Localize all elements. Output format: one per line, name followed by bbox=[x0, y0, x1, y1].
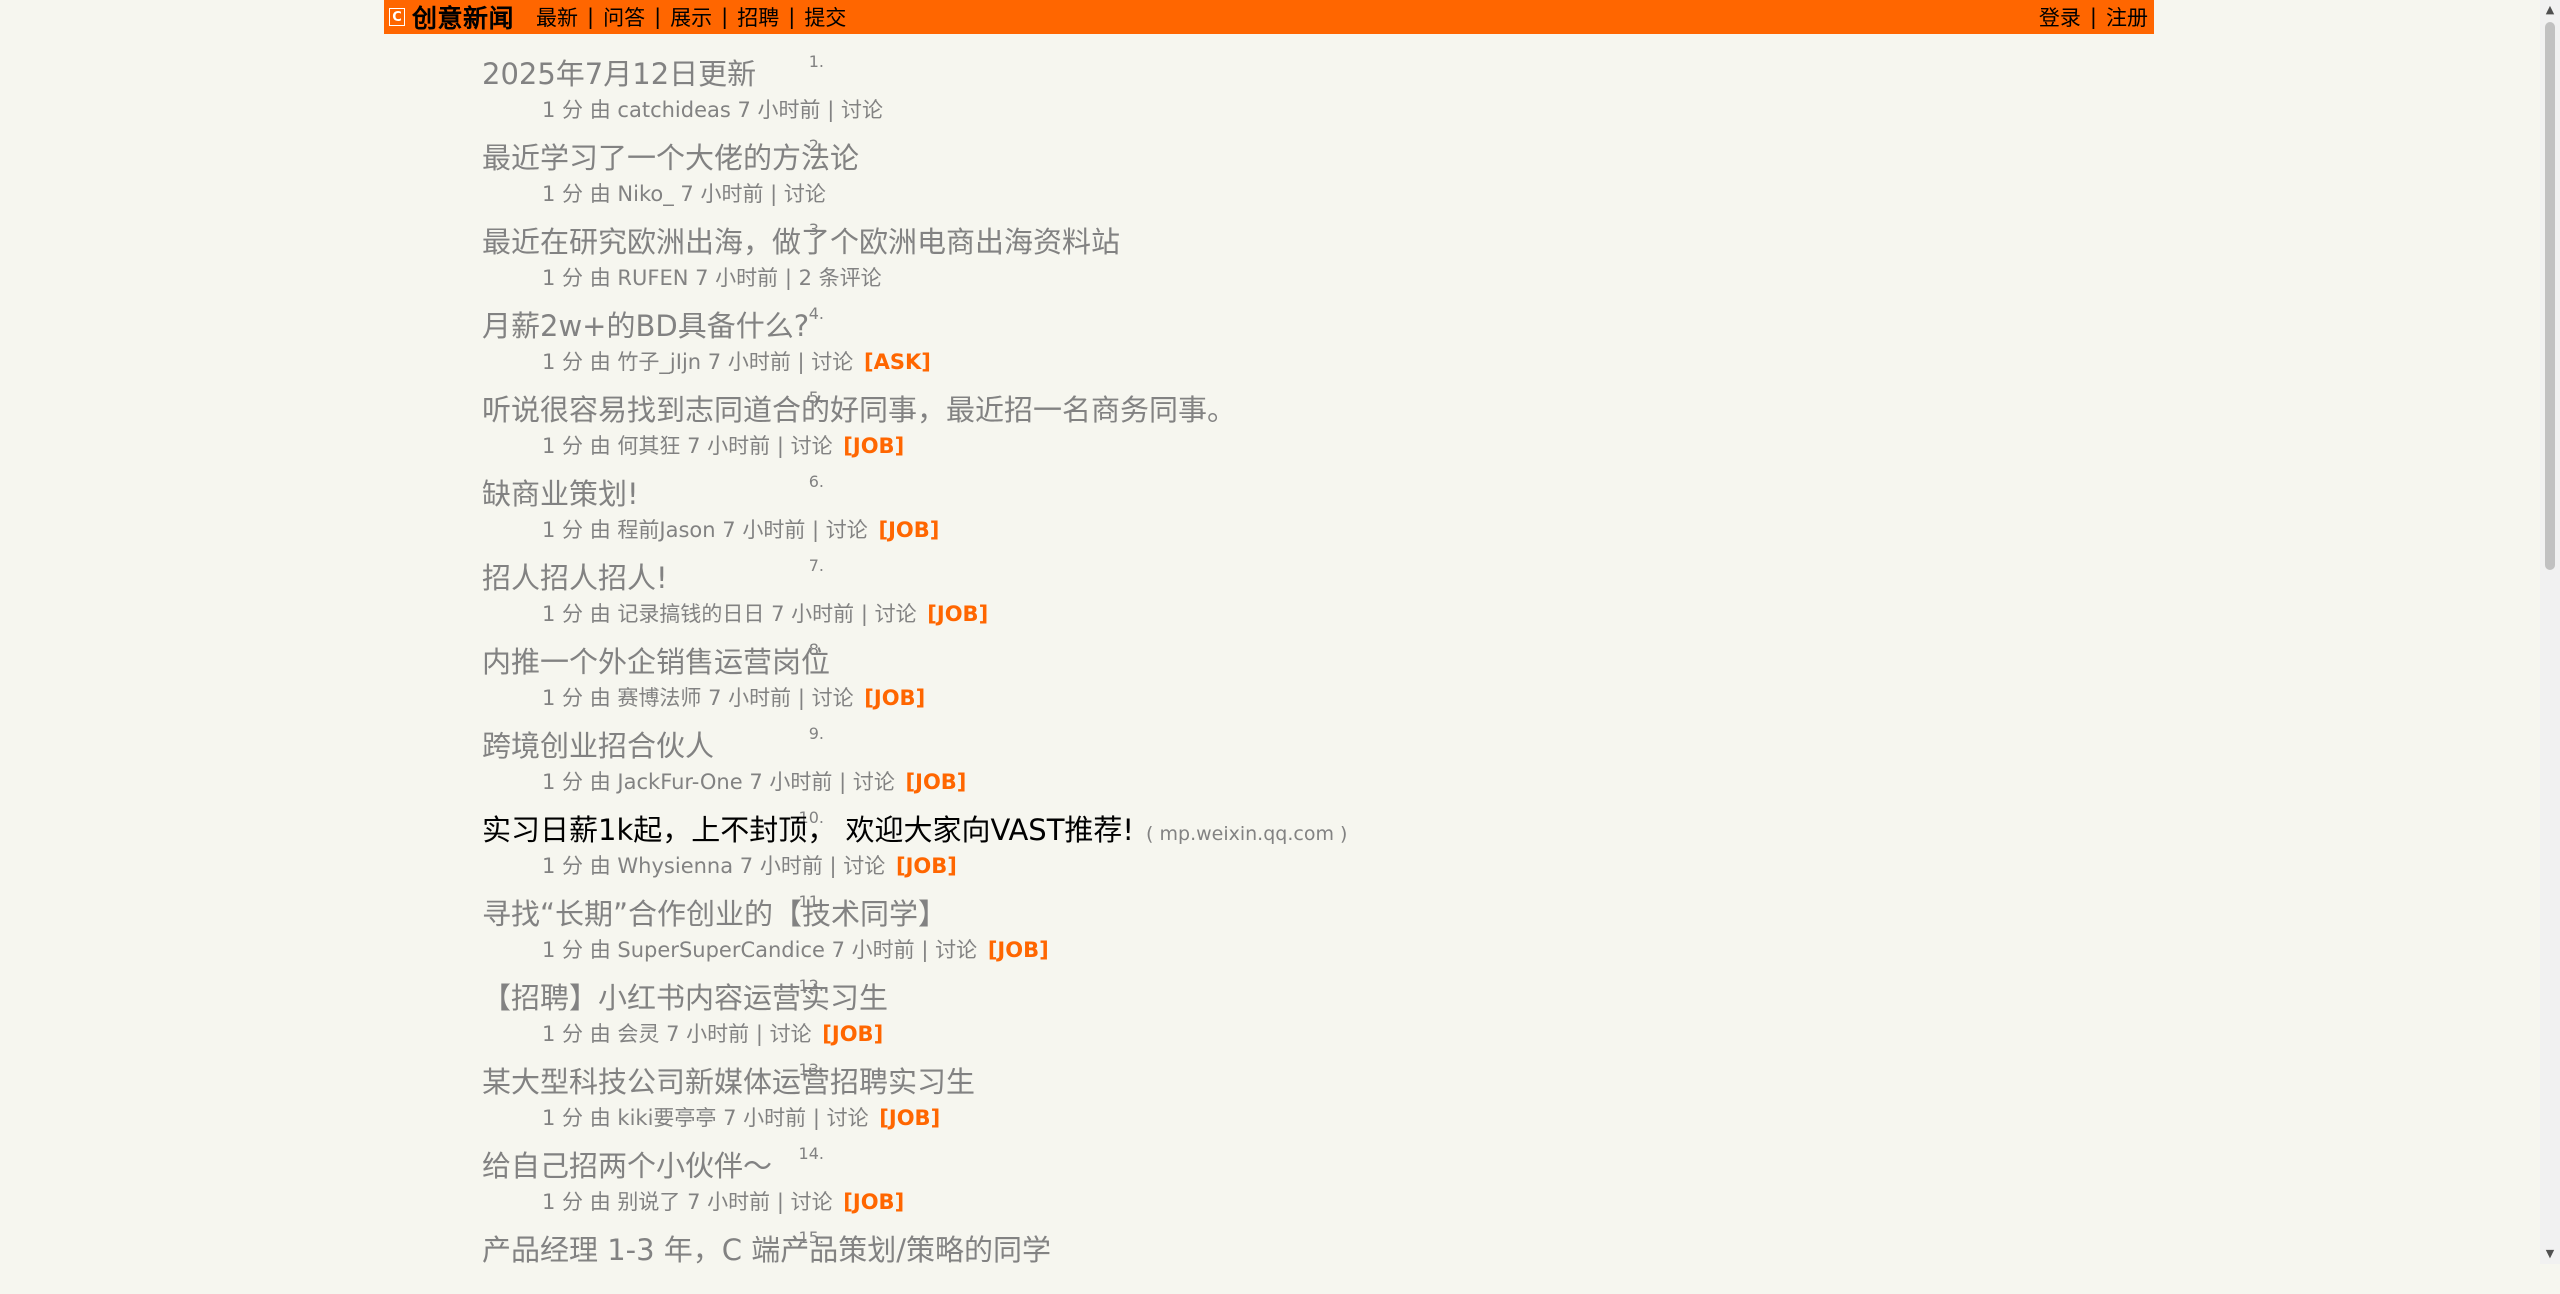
story-title-line: 月薪2w+的BD具备什么? bbox=[482, 303, 809, 345]
story-row: 8. 内推一个外企销售运营岗位 1 分 由 赛博法师 7 小时前 | 讨论 [JOB… bbox=[384, 622, 2154, 710]
auth-separator: | bbox=[2089, 5, 2097, 29]
story-rank: 7. bbox=[808, 556, 824, 575]
story-title-line: 产品经理 1-3 年，C 端产品策划/策略的同学 bbox=[482, 1227, 1051, 1269]
story-rank: 14. bbox=[798, 1144, 824, 1163]
nav-jobs[interactable]: 招聘 bbox=[737, 2, 779, 32]
story-row: 4. 月薪2w+的BD具备什么? 1 分 由 竹子_jIjn 7 小时前 | 讨论 … bbox=[384, 286, 2154, 374]
story-title-link[interactable]: 招人招人招人! bbox=[482, 561, 668, 595]
story-title-link[interactable]: 听说很容易找到志同道合的好同事，最近招一名商务同事。 bbox=[482, 393, 1236, 427]
story-title-line: 给自己招两个小伙伴～ bbox=[482, 1143, 772, 1185]
story-row: 5. 听说很容易找到志同道合的好同事，最近招一名商务同事。 1 分 由 何其狂 7 … bbox=[384, 370, 2154, 458]
story-row: 1. 2025年7月12日更新 1 分 由 catchideas 7 小时前 | 讨… bbox=[384, 34, 2154, 122]
story-title-link[interactable]: 某大型科技公司新媒体运营招聘实习生 bbox=[482, 1065, 975, 1099]
story-title-link[interactable]: 实习日薪1k起，上不封顶， 欢迎大家向VAST推荐! bbox=[482, 813, 1134, 847]
login-link[interactable]: 登录 bbox=[2039, 2, 2081, 32]
main-nav: 最新 | 问答 | 展示 | 招聘 | 提交 bbox=[536, 2, 846, 32]
top-bar: C 创意新闻 最新 | 问答 | 展示 | 招聘 | 提交 登录 | 注册 bbox=[384, 0, 2154, 34]
story-rank: 1. bbox=[808, 52, 824, 71]
story-title-link[interactable]: 最近在研究欧洲出海，做了个欧洲电商出海资料站 bbox=[482, 225, 1120, 259]
story-title-link[interactable]: 产品经理 1-3 年，C 端产品策划/策略的同学 bbox=[482, 1233, 1051, 1267]
story-rank: 4. bbox=[808, 304, 824, 323]
story-title-line: 2025年7月12日更新 bbox=[482, 51, 756, 93]
story-title-link[interactable]: 最近学习了一个大佬的方法论 bbox=[482, 141, 859, 175]
scrollbar-thumb[interactable] bbox=[2545, 22, 2555, 570]
story-title-link[interactable]: 【招聘】小红书内容运营实习生 bbox=[482, 981, 888, 1015]
nav-separator: | bbox=[788, 5, 796, 29]
story-title-line: 实习日薪1k起，上不封顶， 欢迎大家向VAST推荐! ( mp.weixin.qq… bbox=[482, 807, 1347, 849]
story-title-line: 【招聘】小红书内容运营实习生 bbox=[482, 975, 888, 1017]
nav-separator: | bbox=[721, 5, 729, 29]
scroll-up-icon[interactable]: ▲ bbox=[2540, 0, 2560, 20]
story-row: 2. 最近学习了一个大佬的方法论 1 分 由 Niko_ 7 小时前 | 讨论 bbox=[384, 118, 2154, 206]
story-title-link[interactable]: 缺商业策划! bbox=[482, 477, 639, 511]
story-rank: 6. bbox=[808, 472, 824, 491]
story-title-line: 招人招人招人! bbox=[482, 555, 668, 597]
story-title-line: 寻找“长期”合作创业的【技术同学】 bbox=[482, 891, 947, 933]
story-title-line: 跨境创业招合伙人 bbox=[482, 723, 714, 765]
nav-ask[interactable]: 问答 bbox=[603, 2, 645, 32]
nav-newest[interactable]: 最新 bbox=[536, 2, 578, 32]
story-title-link[interactable]: 月薪2w+的BD具备什么? bbox=[482, 309, 809, 343]
site-name[interactable]: 创意新闻 bbox=[412, 0, 514, 35]
story-domain-link[interactable]: mp.weixin.qq.com bbox=[1160, 823, 1334, 845]
register-link[interactable]: 注册 bbox=[2106, 2, 2148, 32]
vertical-scrollbar[interactable]: ▲ ▼ bbox=[2540, 0, 2560, 1264]
story-title-link[interactable]: 给自己招两个小伙伴～ bbox=[482, 1149, 772, 1183]
story-row: 7. 招人招人招人! 1 分 由 记录搞钱的日日 7 小时前 | 讨论 [JOB] bbox=[384, 538, 2154, 626]
story-title-line: 最近在研究欧洲出海，做了个欧洲电商出海资料站 bbox=[482, 219, 1120, 261]
story-row: 15. 产品经理 1-3 年，C 端产品策划/策略的同学 bbox=[384, 1210, 2154, 1294]
story-title-link[interactable]: 寻找“长期”合作创业的【技术同学】 bbox=[482, 897, 947, 931]
nav-separator: | bbox=[587, 5, 595, 29]
story-title-link[interactable]: 内推一个外企销售运营岗位 bbox=[482, 645, 830, 679]
story-row: 11. 寻找“长期”合作创业的【技术同学】 1 分 由 SuperSuperCand… bbox=[384, 874, 2154, 962]
story-row: 12. 【招聘】小红书内容运营实习生 1 分 由 会灵 7 小时前 | 讨论 [JO… bbox=[384, 958, 2154, 1046]
story-title-link[interactable]: 跨境创业招合伙人 bbox=[482, 729, 714, 763]
auth-links: 登录 | 注册 bbox=[2039, 2, 2148, 32]
scroll-down-icon[interactable]: ▼ bbox=[2540, 1244, 2560, 1264]
site-logo-icon[interactable]: C bbox=[389, 8, 405, 26]
story-title-line: 缺商业策划! bbox=[482, 471, 639, 513]
story-row: 14. 给自己招两个小伙伴～ 1 分 由 别说了 7 小时前 | 讨论 [JOB] bbox=[384, 1126, 2154, 1214]
nav-separator: | bbox=[654, 5, 662, 29]
nav-submit[interactable]: 提交 bbox=[804, 2, 846, 32]
story-title-line: 最近学习了一个大佬的方法论 bbox=[482, 135, 859, 177]
story-row: 13. 某大型科技公司新媒体运营招聘实习生 1 分 由 kiki要亭亭 7 小时前 … bbox=[384, 1042, 2154, 1130]
story-title-line: 听说很容易找到志同道合的好同事，最近招一名商务同事。 bbox=[482, 387, 1236, 429]
story-row: 9. 跨境创业招合伙人 1 分 由 JackFur-One 7 小时前 | 讨论 [… bbox=[384, 706, 2154, 794]
story-domain: ( mp.weixin.qq.com ) bbox=[1146, 823, 1348, 845]
story-row: 6. 缺商业策划! 1 分 由 程前Jason 7 小时前 | 讨论 [JOB] bbox=[384, 454, 2154, 542]
story-row: 10. 实习日薪1k起，上不封顶， 欢迎大家向VAST推荐!( mp.weixin… bbox=[384, 790, 2154, 878]
story-title-line: 内推一个外企销售运营岗位 bbox=[482, 639, 830, 681]
story-row: 3. 最近在研究欧洲出海，做了个欧洲电商出海资料站 1 分 由 RUFEN 7 小时… bbox=[384, 202, 2154, 290]
story-rank: 9. bbox=[808, 724, 824, 743]
story-title-line: 某大型科技公司新媒体运营招聘实习生 bbox=[482, 1059, 975, 1101]
story-title-link[interactable]: 2025年7月12日更新 bbox=[482, 57, 756, 91]
nav-show[interactable]: 展示 bbox=[670, 2, 712, 32]
